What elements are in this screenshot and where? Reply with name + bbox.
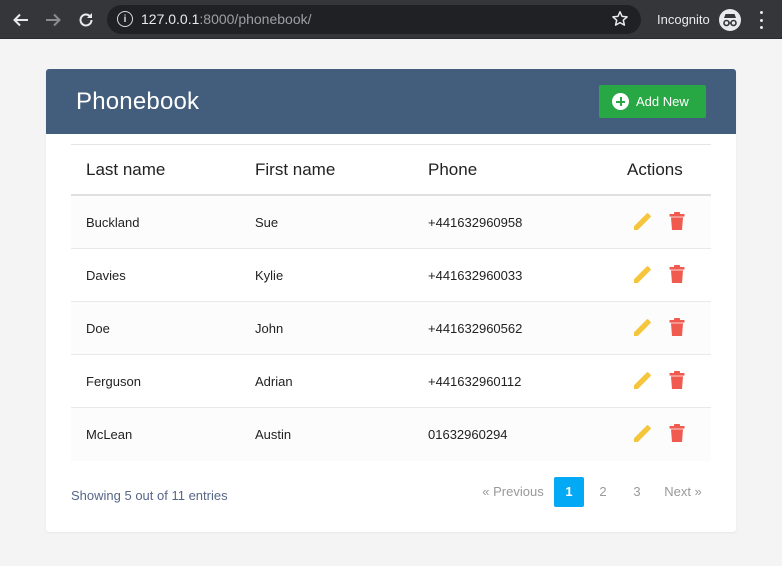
edit-icon[interactable]: [632, 424, 652, 444]
incognito-label: Incognito: [657, 12, 710, 27]
pagination: « Previous 1 2 3 Next »: [46, 477, 736, 507]
add-new-button[interactable]: Add New: [599, 85, 706, 118]
first-name-cell: Adrian: [255, 374, 293, 389]
page-3-link[interactable]: 3: [622, 477, 652, 507]
column-first-name: First name: [255, 160, 336, 179]
previous-page-link[interactable]: « Previous: [480, 477, 546, 507]
add-new-label: Add New: [636, 94, 689, 109]
url-text: 127.0.0.1:8000/phonebook/: [141, 11, 312, 27]
arrow-right-icon: [46, 13, 61, 27]
page-title: Phonebook: [76, 88, 200, 115]
column-last-name: Last name: [86, 160, 166, 179]
phone-cell: +441632960958: [428, 215, 523, 230]
edit-icon[interactable]: [632, 318, 652, 338]
table-row: Doe John +441632960562: [71, 302, 711, 355]
forward-button[interactable]: [42, 9, 64, 31]
first-name-cell: Austin: [255, 427, 292, 442]
edit-icon[interactable]: [632, 265, 652, 285]
trash-icon[interactable]: [668, 423, 686, 443]
back-button[interactable]: [10, 9, 32, 31]
table-header: Last name First name Phone Actions: [71, 144, 711, 196]
star-icon[interactable]: [611, 10, 629, 28]
table-row: Ferguson Adrian +441632960112: [71, 355, 711, 408]
first-name-cell: Kylie: [255, 268, 284, 283]
first-name-cell: John: [255, 321, 284, 336]
trash-icon[interactable]: [668, 211, 686, 231]
trash-icon[interactable]: [668, 264, 686, 284]
next-page-link[interactable]: Next »: [658, 477, 708, 507]
phone-cell: +441632960562: [428, 321, 523, 336]
table-row: Davies Kylie +441632960033: [71, 249, 711, 302]
last-name-cell: McLean: [86, 427, 133, 442]
contacts-table: Last name First name Phone Actions Buckl…: [71, 144, 711, 461]
plus-circle-icon: [612, 93, 629, 110]
edit-icon[interactable]: [632, 371, 652, 391]
browser-toolbar: i 127.0.0.1:8000/phonebook/ Incognito: [0, 0, 782, 39]
first-name-cell: Sue: [255, 215, 279, 230]
page-2-link[interactable]: 2: [588, 477, 618, 507]
card-header: Phonebook Add New: [46, 69, 736, 134]
column-actions: Actions: [627, 160, 683, 179]
last-name-cell: Ferguson: [86, 374, 141, 389]
phone-cell: +441632960033: [428, 268, 523, 283]
trash-icon[interactable]: [668, 317, 686, 337]
last-name-cell: Davies: [86, 268, 126, 283]
table-row: McLean Austin 01632960294: [71, 408, 711, 461]
phone-cell: +441632960112: [428, 374, 522, 389]
trash-icon[interactable]: [668, 370, 686, 390]
phone-cell: 01632960294: [428, 427, 508, 442]
info-icon[interactable]: i: [117, 11, 133, 27]
column-phone: Phone: [428, 160, 478, 179]
table-body: Buckland Sue +441632960958 Davies Kylie …: [71, 196, 711, 461]
incognito-icon[interactable]: [719, 9, 741, 31]
address-bar[interactable]: i 127.0.0.1:8000/phonebook/: [107, 5, 641, 34]
last-name-cell: Doe: [86, 321, 110, 336]
page-1-link[interactable]: 1: [554, 477, 584, 507]
arrow-left-icon: [13, 13, 28, 27]
last-name-cell: Buckland: [86, 215, 140, 230]
table-row: Buckland Sue +441632960958: [71, 196, 711, 249]
phonebook-card: Phonebook Add New Last name First name P…: [46, 69, 736, 532]
menu-icon[interactable]: [758, 11, 764, 29]
edit-icon[interactable]: [632, 212, 652, 232]
reload-icon: [79, 13, 93, 27]
reload-button[interactable]: [75, 9, 97, 31]
